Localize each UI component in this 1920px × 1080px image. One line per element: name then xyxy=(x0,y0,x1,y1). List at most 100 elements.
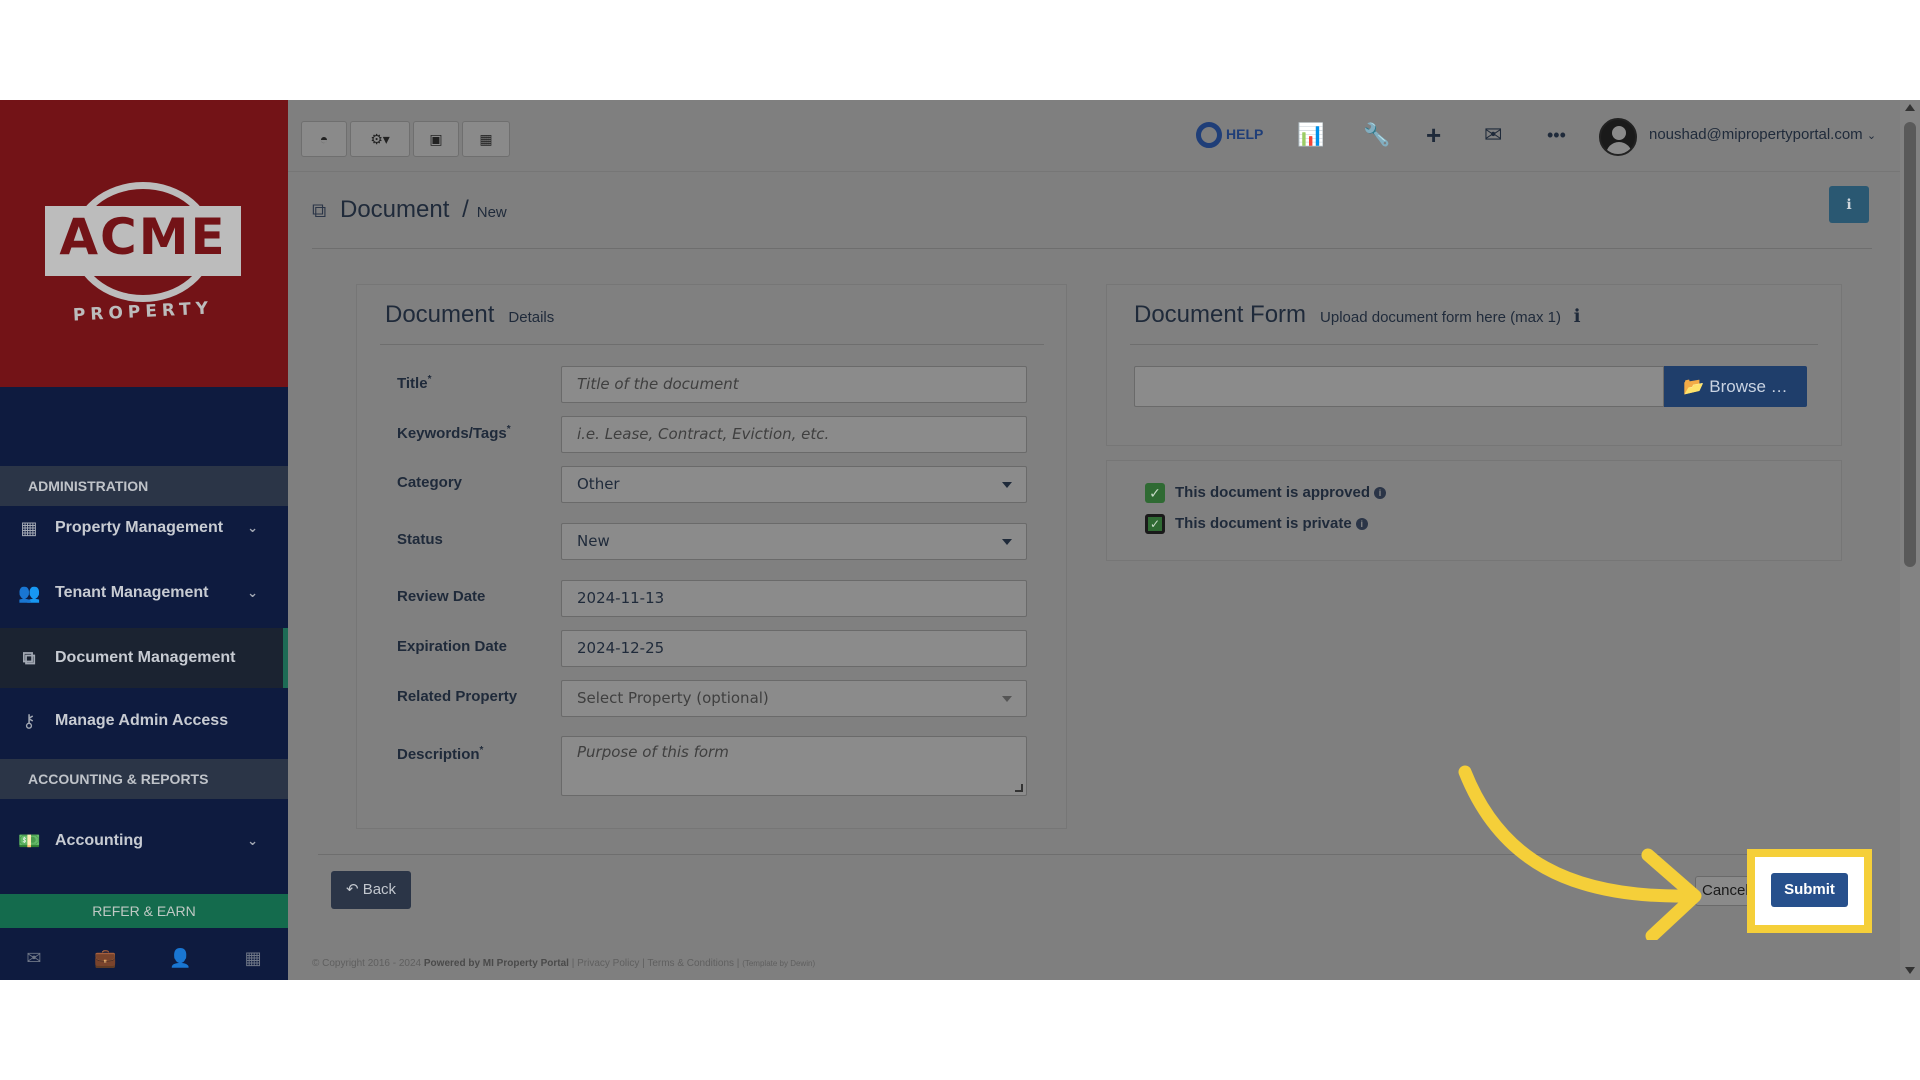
page-title: ⧉ Document / New xyxy=(312,196,507,224)
user-menu[interactable]: noushad@mipropertyportal.com ⌄ xyxy=(1649,126,1876,143)
related-property-select[interactable]: Select Property (optional) xyxy=(561,680,1027,717)
form-divider xyxy=(1130,344,1818,345)
powered-by-link[interactable]: Powered by MI Property Portal xyxy=(424,958,569,969)
briefcase-icon[interactable]: 💼 xyxy=(94,948,116,969)
caret-down-icon xyxy=(1002,482,1012,488)
approved-option[interactable]: ✓ This document is approved i xyxy=(1145,483,1387,503)
submit-button[interactable]: Submit xyxy=(1771,873,1848,907)
details-panel-title: Document Details xyxy=(385,301,554,329)
page-footer: © Copyright 2016 - 2024 Powered by MI Pr… xyxy=(312,958,816,969)
sidebar: ACME PROPERTY ADMINISTRATION ▦ Property … xyxy=(0,100,288,980)
description-label-text: Description xyxy=(397,746,480,763)
sidebar-item-label: Accounting xyxy=(55,832,143,849)
avatar[interactable] xyxy=(1599,118,1637,156)
settings-dropdown-button[interactable]: ⚙▾ xyxy=(350,121,410,157)
info-circle-icon[interactable]: ℹ xyxy=(1574,306,1581,326)
template-credit: (Template by Dewin) xyxy=(742,959,816,968)
breadcrumb-separator: / xyxy=(462,196,469,223)
logo-subtext: PROPERTY xyxy=(72,298,214,326)
info-icon[interactable]: i xyxy=(1355,518,1368,530)
form-title: Document Form xyxy=(1134,301,1307,328)
details-subtitle: Details xyxy=(508,309,555,326)
title-input[interactable]: Title of the document xyxy=(561,366,1027,403)
vertical-scrollbar[interactable] xyxy=(1900,100,1920,980)
scroll-up-arrow-icon[interactable] xyxy=(1905,104,1915,111)
plus-icon[interactable]: + xyxy=(1426,120,1441,150)
details-title: Document xyxy=(385,301,495,328)
info-icon: ℹ xyxy=(1846,196,1852,212)
chevron-down-icon: ⌄ xyxy=(247,833,258,848)
back-button[interactable]: ↶ Back xyxy=(331,871,411,909)
resize-handle-icon[interactable] xyxy=(1015,784,1023,792)
category-value: Other xyxy=(577,475,620,493)
arrow-shaft xyxy=(1458,765,1695,903)
logo[interactable]: ACME PROPERTY xyxy=(0,100,288,387)
private-label: This document is private xyxy=(1175,514,1352,532)
info-icon[interactable]: i xyxy=(1374,487,1387,499)
page-subtitle: New xyxy=(476,204,507,221)
help-label: HELP xyxy=(1226,126,1264,142)
approved-checkbox[interactable]: ✓ xyxy=(1145,483,1165,503)
sidebar-item-label: Document Management xyxy=(55,649,236,666)
back-label: Back xyxy=(362,881,397,898)
sidebar-item-accounting[interactable]: 💵 Accounting ⌄ xyxy=(0,811,288,871)
mail-icon[interactable]: ✉ xyxy=(26,948,41,969)
sidebar-item-document-management[interactable]: ⧉ Document Management xyxy=(0,628,288,688)
title-label-text: Title xyxy=(397,375,428,392)
money-icon: 💵 xyxy=(18,831,41,851)
envelope-icon[interactable]: ✉ xyxy=(1484,120,1502,150)
terms-link[interactable]: Terms & Conditions xyxy=(647,958,734,969)
private-checkbox[interactable]: ✓ xyxy=(1145,514,1165,534)
dashboard-button[interactable]: ◓ xyxy=(301,121,347,157)
info-button[interactable]: ℹ xyxy=(1829,186,1869,223)
related-property-label: Related Property xyxy=(397,688,518,705)
documents-icon: ⧉ xyxy=(22,648,36,668)
sidebar-item-label: Tenant Management xyxy=(55,584,209,601)
wrench-icon[interactable]: 🔧 xyxy=(1363,120,1390,150)
more-icon[interactable]: ••• xyxy=(1547,120,1566,150)
calendar-icon: ▣ xyxy=(429,131,443,147)
description-placeholder: Purpose of this form xyxy=(577,743,729,761)
top-bar: ◓ ⚙▾ ▣ ▦ HELP 📊 🔧 + ✉ ••• noushad@miprop… xyxy=(288,100,1900,172)
expiration-date-label: Expiration Date xyxy=(397,638,508,655)
calendar-button[interactable]: ▣ xyxy=(413,121,459,157)
browse-label: Browse … xyxy=(1709,377,1788,396)
required-marker: * xyxy=(479,745,484,756)
file-path-input[interactable] xyxy=(1134,366,1664,407)
sidebar-item-manage-admin-access[interactable]: ⚷ Manage Admin Access xyxy=(0,691,288,751)
bar-chart-icon[interactable]: 📊 xyxy=(1297,120,1324,150)
help-button[interactable]: HELP xyxy=(1196,120,1264,149)
folder-open-icon: 📂 xyxy=(1683,377,1710,396)
avatar-body xyxy=(1606,142,1632,154)
chevron-down-icon: ⌄ xyxy=(247,520,258,535)
review-date-input[interactable]: 2024-11-13 xyxy=(561,580,1027,617)
building-icon: ▦ xyxy=(20,518,38,538)
user-icon[interactable]: 👤 xyxy=(169,948,191,969)
chevron-down-icon: ⌄ xyxy=(1866,130,1877,142)
private-option[interactable]: ✓ This document is private i xyxy=(1145,514,1368,534)
header-divider xyxy=(312,248,1872,249)
keywords-label-text: Keywords/Tags xyxy=(397,425,507,442)
documents-icon: ⧉ xyxy=(312,200,327,222)
avatar-head xyxy=(1612,126,1626,140)
required-marker: * xyxy=(427,374,432,385)
section-accounting-reports: ACCOUNTING & REPORTS xyxy=(0,759,288,799)
sidebar-item-property-management[interactable]: ▦ Property Management ⌄ xyxy=(0,498,288,558)
browse-button[interactable]: 📂 Browse … xyxy=(1664,366,1807,407)
calculator-icon[interactable]: ▦ xyxy=(245,948,262,969)
page-title-text: Document xyxy=(340,196,450,223)
required-marker: * xyxy=(506,424,511,435)
expiration-date-input[interactable]: 2024-12-25 xyxy=(561,630,1027,667)
sidebar-item-tenant-management[interactable]: 👥 Tenant Management ⌄ xyxy=(0,563,288,623)
status-label: Status xyxy=(397,531,443,548)
scroll-down-arrow-icon[interactable] xyxy=(1905,967,1915,974)
copyright-text: © Copyright 2016 - 2024 xyxy=(312,958,422,969)
calculator-button[interactable]: ▦ xyxy=(462,121,510,157)
scrollbar-thumb[interactable] xyxy=(1904,122,1916,567)
refer-and-earn-button[interactable]: REFER & EARN xyxy=(0,894,288,928)
category-select[interactable]: Other xyxy=(561,466,1027,503)
description-textarea[interactable]: Purpose of this form xyxy=(561,736,1027,796)
privacy-policy-link[interactable]: Privacy Policy xyxy=(577,958,639,969)
keywords-input[interactable]: i.e. Lease, Contract, Eviction, etc. xyxy=(561,416,1027,453)
status-select[interactable]: New xyxy=(561,523,1027,560)
